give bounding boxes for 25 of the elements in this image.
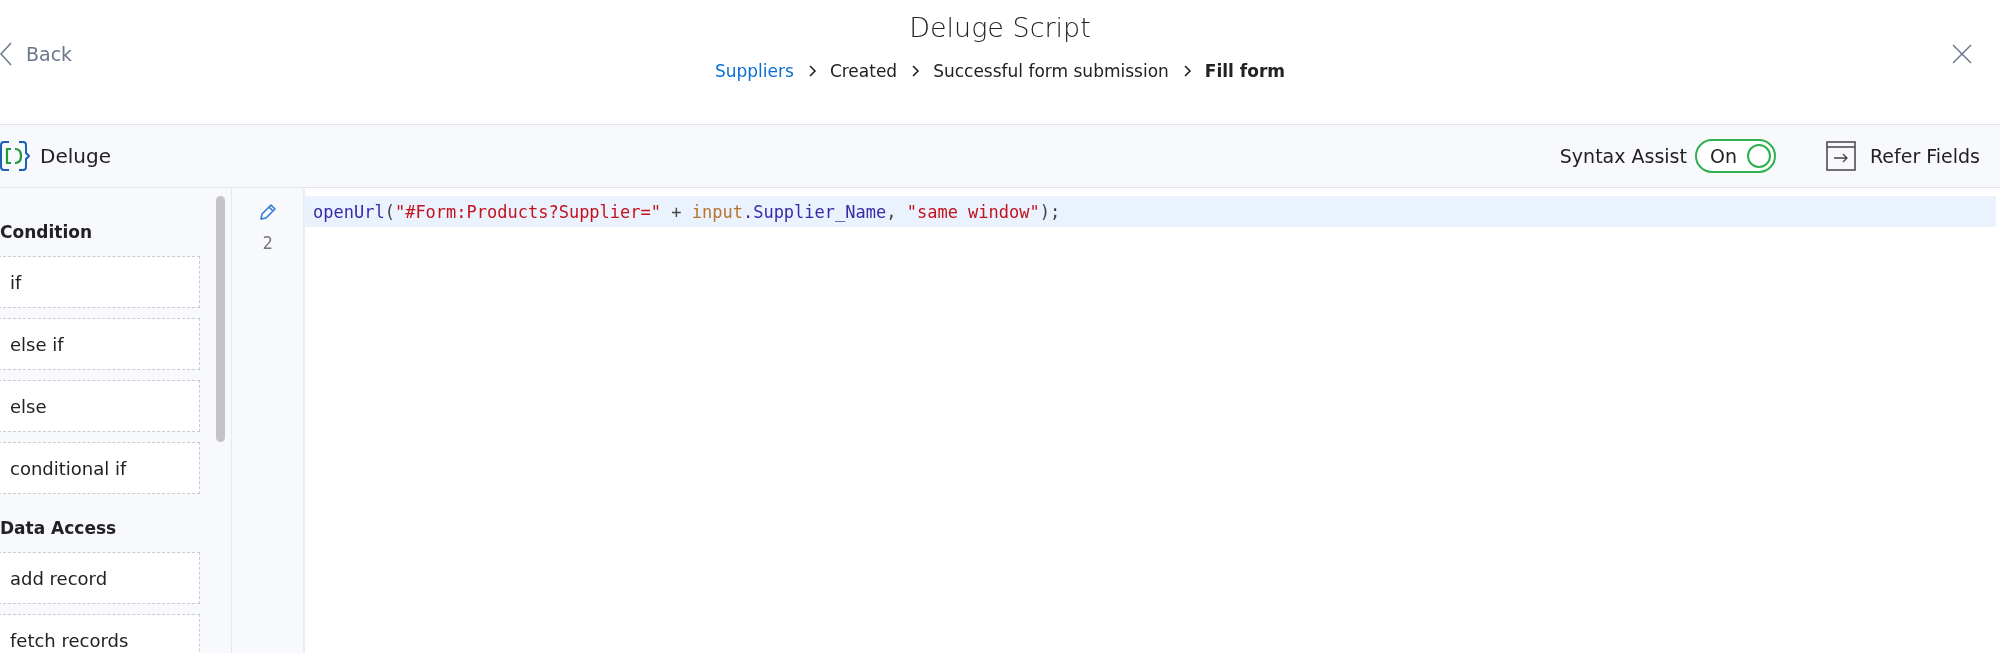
snippet-item[interactable]: else — [0, 380, 200, 432]
logo-label: Deluge — [40, 144, 111, 168]
snippet-item[interactable]: else if — [0, 318, 200, 370]
chevron-right-icon — [909, 65, 922, 77]
syntax-assist-toggle[interactable]: On — [1694, 139, 1776, 173]
pencil-icon[interactable] — [258, 202, 277, 221]
section-heading: Condition — [0, 222, 93, 242]
snippet-item[interactable]: conditional if — [0, 442, 200, 494]
page-title: Deluge Script — [909, 12, 1091, 43]
back-button[interactable]: Back — [0, 42, 73, 66]
chevron-left-icon — [0, 42, 12, 66]
brackets-logo-icon — [0, 140, 30, 172]
refer-fields-button[interactable]: Refer Fields — [1825, 141, 1980, 171]
section-heading: Data Access — [0, 518, 118, 538]
snippet-item[interactable]: add record — [0, 552, 200, 604]
breadcrumb-item: Created — [829, 61, 898, 81]
breadcrumb-item: Fill form — [1204, 61, 1286, 81]
breadcrumb-link[interactable]: Suppliers — [714, 61, 794, 81]
snippet-item[interactable]: if — [0, 256, 200, 308]
line-number: 2 — [262, 232, 273, 253]
close-icon[interactable] — [1952, 44, 1972, 64]
snippet-item[interactable]: fetch records — [0, 614, 200, 653]
scrollbar-thumb[interactable] — [216, 196, 225, 442]
syntax-assist-label: Syntax Assist — [1559, 145, 1687, 167]
breadcrumb-item: Successful form submission — [933, 61, 1169, 81]
